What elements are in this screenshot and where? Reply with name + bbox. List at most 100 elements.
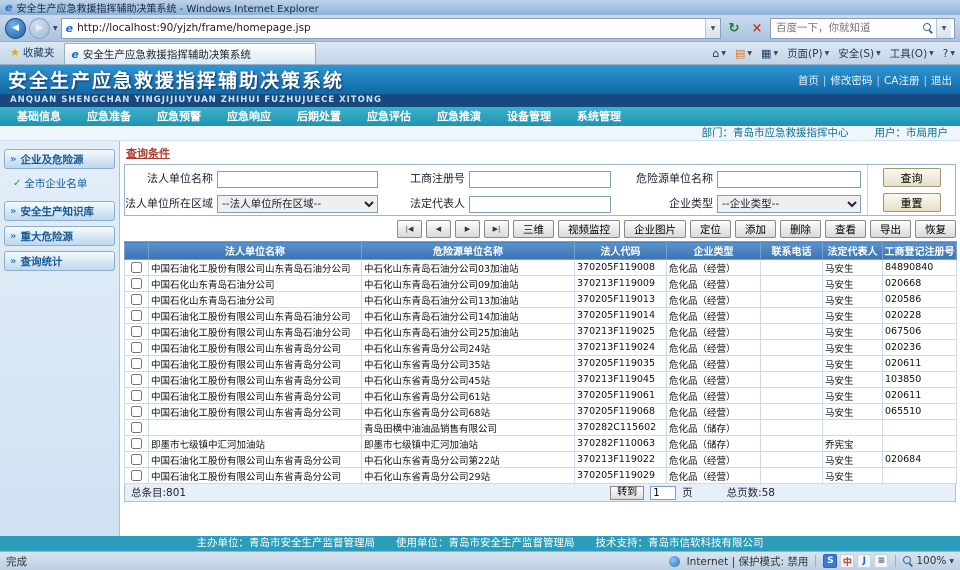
search-button[interactable]: 查询 <box>883 168 941 187</box>
search-input[interactable] <box>776 22 920 34</box>
next-page-button[interactable]: ▶ <box>455 220 480 238</box>
sidebar-group-2[interactable]: »安全生产知识库 <box>4 201 115 221</box>
table-cell: 马安生 <box>823 308 883 324</box>
sidebar-group-3[interactable]: »重大危险源 <box>4 226 115 246</box>
ime-layout-icon[interactable]: J <box>857 554 871 568</box>
favorites-button[interactable]: ★ 收藏夹 <box>5 43 59 62</box>
table-cell: 中国石化山东青岛石油分公司 <box>149 292 362 308</box>
ime-tray: S中J≡ <box>823 554 888 568</box>
back-button[interactable]: ◀ <box>5 18 26 39</box>
table-cell: 中石化山东青岛石油分公司09加油站 <box>362 276 575 292</box>
add-button[interactable]: 添加 <box>735 220 776 238</box>
first-page-button[interactable]: |◀ <box>397 220 422 238</box>
legal-name-input[interactable] <box>217 171 378 188</box>
export-button[interactable]: 导出 <box>870 220 911 238</box>
business-reg-input[interactable] <box>469 171 611 188</box>
row-checkbox[interactable] <box>131 374 142 385</box>
page-number-input[interactable] <box>650 486 676 500</box>
menu-item-9[interactable]: 系统管理 <box>564 107 634 126</box>
menu-item-1[interactable]: 基础信息 <box>4 107 74 126</box>
table-row: 中国石油化工股份有限公司山东省青岛分公司中石化山东省青岛分公司29站370205… <box>125 468 957 484</box>
forward-button[interactable]: ▶ <box>29 18 50 39</box>
row-checkbox[interactable] <box>131 358 142 369</box>
row-checkbox[interactable] <box>131 278 142 289</box>
help-menu-button[interactable]: ?▼ <box>943 48 955 60</box>
view-button[interactable]: 查看 <box>825 220 866 238</box>
table-cell: 中石化山东青岛石油分公司25加油站 <box>362 324 575 340</box>
home-button[interactable]: ⌂▼ <box>712 47 726 60</box>
locate-button[interactable]: 定位 <box>690 220 731 238</box>
representative-input[interactable] <box>469 196 611 213</box>
row-checkbox[interactable] <box>131 438 142 449</box>
feeds-button[interactable]: ▤▼ <box>735 47 752 60</box>
table-cell: 103850 <box>883 372 957 388</box>
table-cell: 370213F119009 <box>575 276 667 292</box>
total-items-label: 总条目:801 <box>131 485 604 500</box>
row-checkbox[interactable] <box>131 406 142 417</box>
menu-item-7[interactable]: 应急推演 <box>424 107 494 126</box>
total-pages-label: 总页数:58 <box>727 485 775 500</box>
menu-item-4[interactable]: 应急响应 <box>214 107 284 126</box>
hazard-name-input[interactable] <box>717 171 861 188</box>
ime-chinese-mode-icon[interactable]: 中 <box>840 554 854 568</box>
row-checkbox[interactable] <box>131 470 142 481</box>
recent-pages-dropdown-icon[interactable]: ▼ <box>53 25 58 32</box>
refresh-button[interactable]: ↻ <box>724 18 744 38</box>
three-d-button[interactable]: 三维 <box>513 220 554 238</box>
search-icon[interactable] <box>923 23 933 33</box>
row-checkbox[interactable] <box>131 422 142 433</box>
row-check-cell <box>125 260 149 276</box>
goto-page-button[interactable]: 转到 <box>610 486 644 500</box>
menu-item-3[interactable]: 应急预警 <box>144 107 214 126</box>
delete-button[interactable]: 删除 <box>780 220 821 238</box>
row-checkbox[interactable] <box>131 454 142 465</box>
zoom-control[interactable]: 100% ▼ <box>903 555 954 567</box>
address-bar[interactable]: e http://localhost:90/yjzh/frame/homepag… <box>61 18 721 39</box>
company-type-select[interactable]: --企业类型-- <box>717 195 861 213</box>
search-box[interactable]: ▼ <box>770 18 955 39</box>
header-link-1[interactable]: 首页 <box>798 73 819 88</box>
safety-menu-button[interactable]: 安全(S)▼ <box>838 46 880 61</box>
video-monitor-button[interactable]: 视频监控 <box>558 220 620 238</box>
menu-item-5[interactable]: 后期处置 <box>284 107 354 126</box>
ime-menu-icon[interactable]: ≡ <box>874 554 888 568</box>
menu-item-6[interactable]: 应急评估 <box>354 107 424 126</box>
address-dropdown-icon[interactable]: ▼ <box>705 19 720 38</box>
table-header-row: 法人单位名称危险源单位名称法人代码企业类型联系电话法定代表人工商登记注册号 <box>125 242 957 260</box>
stop-button[interactable]: × <box>747 18 767 38</box>
restore-button[interactable]: 恢复 <box>915 220 956 238</box>
row-checkbox[interactable] <box>131 262 142 273</box>
tools-menu-button[interactable]: 工具(O)▼ <box>890 46 934 61</box>
region-label: 法人单位所在区域 <box>125 195 217 211</box>
header-links: 首页|修改密码|CA注册|退出 <box>798 73 952 88</box>
table-cell: 370205F119035 <box>575 356 667 372</box>
menu-item-2[interactable]: 应急准备 <box>74 107 144 126</box>
header-link-4[interactable]: 退出 <box>931 73 952 88</box>
header-link-3[interactable]: CA注册 <box>884 73 920 88</box>
navigation-bar: ◀ ▶ ▼ e http://localhost:90/yjzh/frame/h… <box>0 15 960 42</box>
sidebar-group-4[interactable]: »查询统计 <box>4 251 115 271</box>
region-select[interactable]: --法人单位所在区域-- <box>217 195 378 213</box>
search-dropdown-icon[interactable]: ▼ <box>936 19 951 38</box>
company-photo-button[interactable]: 企业图片 <box>624 220 686 238</box>
print-button[interactable]: ▦▼ <box>761 47 778 60</box>
table-cell: 中国石化山东青岛石油分公司 <box>149 276 362 292</box>
row-checkbox[interactable] <box>131 326 142 337</box>
reset-button[interactable]: 重置 <box>883 193 941 212</box>
status-bar: 完成 Internet | 保护模式: 禁用 S中J≡ 100% ▼ <box>0 551 960 570</box>
sidebar-group-1[interactable]: »企业及危险源 <box>4 149 115 169</box>
row-checkbox[interactable] <box>131 342 142 353</box>
row-checkbox[interactable] <box>131 294 142 305</box>
table-cell: 危化品（经营） <box>667 372 761 388</box>
sogou-ime-icon[interactable]: S <box>823 554 837 568</box>
header-link-2[interactable]: 修改密码 <box>830 73 872 88</box>
browser-tab[interactable]: e 安全生产应急救援指挥辅助决策系统 <box>64 43 316 64</box>
last-page-button[interactable]: ▶| <box>484 220 509 238</box>
row-checkbox[interactable] <box>131 310 142 321</box>
row-checkbox[interactable] <box>131 390 142 401</box>
prev-page-button[interactable]: ◀ <box>426 220 451 238</box>
page-menu-button[interactable]: 页面(P)▼ <box>787 46 829 61</box>
menu-item-8[interactable]: 设备管理 <box>494 107 564 126</box>
sidebar-group-label: 重大危险源 <box>20 229 73 244</box>
sidebar-item[interactable]: ✓全市企业名单 <box>4 174 115 193</box>
